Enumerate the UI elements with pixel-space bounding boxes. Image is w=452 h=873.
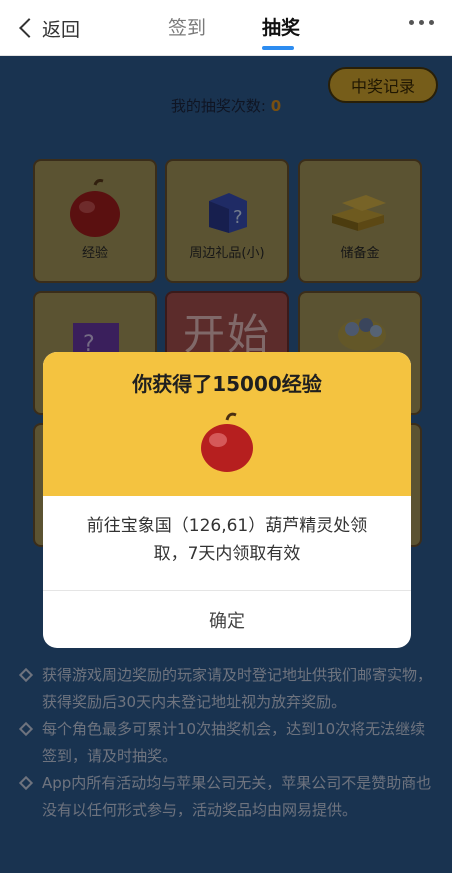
back-label: 返回 bbox=[42, 18, 81, 41]
dialog-title: 你获得了15000经验 bbox=[132, 372, 322, 396]
more-options-icon[interactable] bbox=[409, 20, 434, 25]
prize-result-dialog: 你获得了15000经验 前往宝象国（126,61）葫芦精灵处领取，7天内领取有效… bbox=[43, 352, 411, 648]
apple-icon bbox=[201, 412, 253, 472]
dialog-description: 前往宝象国（126,61）葫芦精灵处领取，7天内领取有效 bbox=[86, 516, 368, 564]
chevron-left-icon bbox=[19, 18, 39, 38]
tab-signin[interactable]: 签到 bbox=[168, 14, 206, 42]
top-nav-bar: 返回 签到 抽奖 bbox=[0, 0, 452, 56]
tab-lottery[interactable]: 抽奖 bbox=[262, 14, 300, 42]
dialog-header: 你获得了15000经验 bbox=[43, 352, 411, 496]
active-tab-indicator bbox=[262, 46, 294, 50]
confirm-button[interactable]: 确定 bbox=[43, 591, 411, 648]
back-button[interactable]: 返回 bbox=[18, 14, 80, 42]
